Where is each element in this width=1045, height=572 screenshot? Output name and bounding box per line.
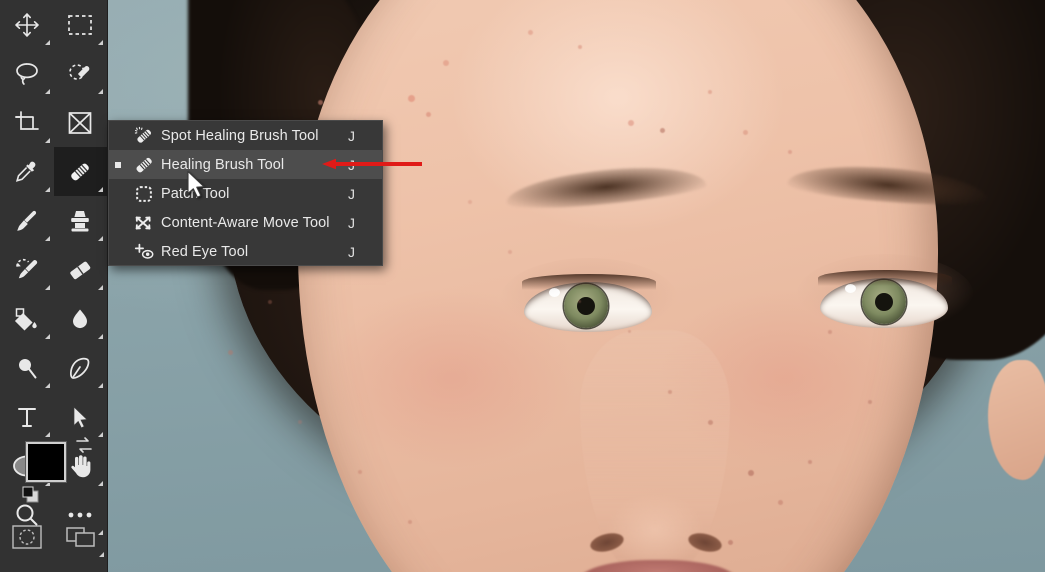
menu-item-content-aware-move-tool[interactable]: Content-Aware Move Tool J	[109, 208, 382, 237]
eyedropper-icon	[15, 161, 36, 182]
menu-item-label: Red Eye Tool	[161, 243, 249, 260]
brush-tool[interactable]	[0, 196, 54, 245]
crop-icon	[14, 110, 39, 135]
tools-panel[interactable]	[0, 0, 108, 572]
history-brush-icon	[15, 258, 37, 278]
rectangular-marquee-tool[interactable]	[54, 0, 108, 49]
clone-stamp-tool[interactable]	[54, 196, 108, 245]
flyout-triangle-icon	[98, 40, 103, 45]
flyout-triangle-icon	[44, 334, 50, 339]
marquee-rectangle-icon	[68, 14, 93, 35]
swap-colors-arrows-icon	[76, 437, 92, 453]
tool-row	[0, 196, 107, 245]
path-arrow-icon	[73, 405, 89, 428]
crop-tool[interactable]	[0, 98, 54, 147]
flyout-triangle-icon	[98, 334, 103, 339]
tool-row	[0, 147, 107, 196]
dodge-icon	[18, 358, 37, 378]
red-eye-icon	[127, 241, 161, 263]
frame-icon	[68, 111, 92, 134]
eyelid-right	[818, 270, 952, 286]
default-colors-icon[interactable]	[22, 486, 40, 509]
tool-row	[0, 245, 107, 294]
healing-brush-tool-flyout[interactable]: Spot Healing Brush Tool J Healing Brush …	[108, 120, 383, 266]
object-selection-tool[interactable]	[54, 49, 108, 98]
move-tool[interactable]	[0, 0, 54, 49]
move-icon	[14, 12, 39, 37]
dodge-tool[interactable]	[0, 343, 54, 392]
swap-colors-icon[interactable]	[74, 436, 94, 459]
quick-selection-icon	[69, 63, 90, 80]
iris-right	[862, 280, 906, 324]
tool-row	[0, 49, 107, 98]
menu-item-shortcut: J	[348, 127, 355, 144]
eyelid-left	[522, 274, 656, 290]
tool-row	[0, 343, 107, 392]
flyout-triangle-icon	[98, 236, 103, 241]
history-brush-tool[interactable]	[0, 245, 54, 294]
eyedropper-tool[interactable]	[0, 147, 54, 196]
flyout-triangle-icon	[44, 138, 50, 143]
menu-item-red-eye-tool[interactable]: Red Eye Tool J	[109, 237, 382, 266]
flyout-triangle-icon	[44, 236, 50, 241]
menu-item-shortcut: J	[348, 243, 355, 260]
pen-icon	[70, 357, 90, 379]
flyout-triangle-icon	[44, 89, 50, 94]
quick-mask-icon	[12, 524, 42, 549]
tool-row	[0, 0, 107, 49]
tool-row	[0, 98, 107, 147]
flyout-triangle-icon	[44, 187, 50, 192]
menu-item-spot-healing-brush-tool[interactable]: Spot Healing Brush Tool J	[109, 121, 382, 150]
content-aware-move-icon	[127, 212, 161, 234]
photoshop-window: Spot Healing Brush Tool J Healing Brush …	[0, 0, 1045, 572]
iris-left	[564, 284, 608, 328]
frame-tool[interactable]	[54, 98, 108, 147]
eraser-tool[interactable]	[54, 245, 108, 294]
lasso-icon	[15, 62, 38, 85]
paint-brush-icon	[16, 210, 36, 231]
pupil-right	[875, 293, 893, 311]
flyout-triangle-icon	[44, 383, 50, 388]
flyout-triangle-icon	[98, 187, 103, 192]
healing-brush-tool[interactable]	[53, 147, 107, 196]
healing-brush-icon	[127, 154, 161, 176]
menu-item-label: Content-Aware Move Tool	[161, 214, 330, 231]
menu-item-label: Spot Healing Brush Tool	[161, 127, 319, 144]
flyout-triangle-icon	[98, 285, 103, 290]
screen-mode-icon	[66, 526, 95, 547]
menu-item-shortcut: J	[348, 214, 355, 231]
foreground-color-swatch[interactable]	[25, 441, 67, 483]
spot-healing-brush-icon	[127, 125, 161, 147]
water-drop-icon	[73, 309, 88, 328]
pen-tool[interactable]	[54, 343, 108, 392]
selected-marker	[109, 161, 127, 168]
image-canvas[interactable]	[108, 0, 1045, 572]
gradient-tool[interactable]	[0, 294, 54, 343]
menu-item-patch-tool[interactable]: Patch Tool J	[109, 179, 382, 208]
lasso-tool[interactable]	[0, 49, 54, 98]
paint-bucket-icon	[14, 307, 37, 331]
cursor-arrow-icon	[187, 170, 205, 198]
type-t-icon	[17, 407, 36, 427]
quick-mask-button[interactable]	[0, 512, 54, 561]
color-swatches[interactable]	[0, 428, 108, 508]
clone-stamp-icon	[71, 210, 90, 231]
eraser-icon	[70, 261, 91, 279]
menu-item-shortcut: J	[348, 185, 355, 202]
default-colors-squares-icon	[22, 486, 39, 503]
tool-row	[0, 294, 107, 343]
mouse-pointer	[186, 170, 208, 207]
menu-item-shortcut: J	[348, 156, 355, 173]
menu-item-healing-brush-tool[interactable]: Healing Brush Tool J	[109, 150, 382, 179]
flyout-triangle-icon	[44, 40, 50, 45]
healing-brush-icon	[71, 163, 90, 180]
flyout-triangle-icon	[99, 552, 104, 557]
blur-tool[interactable]	[54, 294, 108, 343]
flyout-triangle-icon	[44, 285, 50, 290]
flyout-triangle-icon	[98, 89, 103, 94]
bottom-tool-row	[0, 512, 108, 561]
screen-mode-button[interactable]	[54, 512, 108, 561]
patch-icon	[127, 183, 161, 205]
flyout-triangle-icon	[98, 383, 103, 388]
